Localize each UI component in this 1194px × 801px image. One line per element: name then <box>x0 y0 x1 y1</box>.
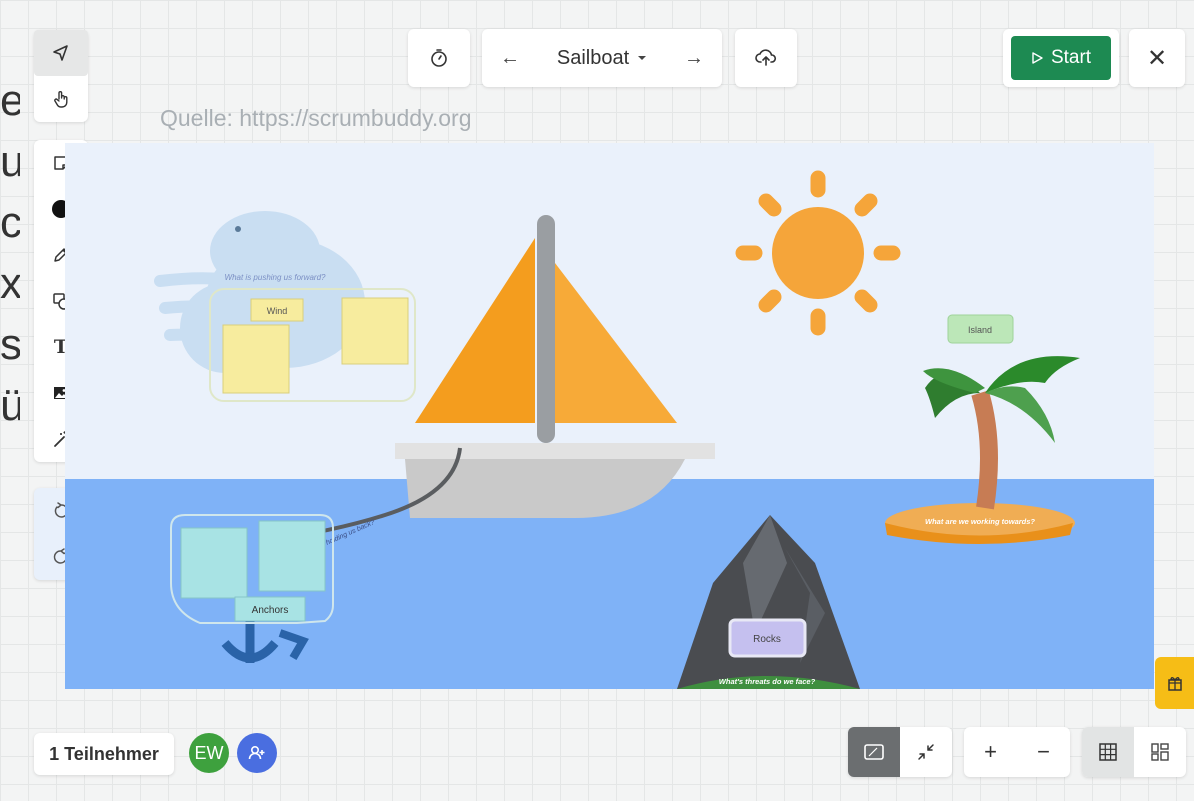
anchors-note-1[interactable] <box>180 527 248 599</box>
start-panel: Start <box>1003 29 1119 87</box>
zoom-out-button[interactable]: − <box>1037 739 1050 765</box>
participants-count: 1 Teilnehmer <box>49 743 159 764</box>
fit-view-button[interactable] <box>848 727 900 777</box>
collapse-view-button[interactable] <box>900 727 952 777</box>
clipped-background-text: e u c x s ü <box>0 76 20 430</box>
screen-view-icon <box>864 744 884 760</box>
sailboat-board-canvas[interactable]: What is pushing us forward? Wind holding… <box>65 143 1154 689</box>
gift-icon <box>1167 677 1182 691</box>
wind-question-caption: What is pushing us forward? <box>225 273 326 282</box>
select-tool-button[interactable] <box>34 30 88 76</box>
cursor-arrow-icon <box>53 45 68 61</box>
source-caption: Quelle: https://scrumbuddy.org <box>160 105 472 131</box>
navigation-tools <box>34 30 88 122</box>
zoom-in-button[interactable]: + <box>984 739 997 765</box>
start-label: Start <box>1050 47 1092 68</box>
island-caption: What are we working towards? <box>925 517 1035 526</box>
board-navigation: ← Sailboat → <box>482 29 722 87</box>
upload-button[interactable] <box>735 29 797 87</box>
layout-button[interactable] <box>1134 727 1186 777</box>
rocks-caption: What's threats do we face? <box>719 677 816 686</box>
minimize-arrows-icon <box>918 744 934 760</box>
user-avatar[interactable]: EW <box>189 733 229 773</box>
zoom-controls: + − <box>964 727 1070 777</box>
layout-icon <box>1151 743 1169 761</box>
next-arrow-icon[interactable]: → <box>684 47 704 70</box>
layout-panel <box>1082 727 1186 777</box>
timer-button[interactable] <box>408 29 470 87</box>
grid-toggle-button[interactable] <box>1082 727 1134 777</box>
view-mode-panel <box>848 727 952 777</box>
add-user-icon <box>248 745 265 760</box>
wind-label: Wind <box>267 306 288 316</box>
grid-icon <box>1099 743 1117 761</box>
cloud-upload-icon <box>755 49 777 66</box>
start-button[interactable]: Start <box>1011 36 1111 80</box>
hand-pointer-icon <box>54 91 68 108</box>
island-label: Island <box>968 325 992 335</box>
previous-arrow-icon[interactable]: ← <box>500 47 520 70</box>
stopwatch-icon <box>431 49 447 67</box>
wind-note-1[interactable] <box>222 324 290 394</box>
participants-button[interactable]: 1 Teilnehmer <box>34 733 174 775</box>
plugin-side-tab[interactable] <box>1155 657 1194 709</box>
caret-down-icon <box>638 56 647 60</box>
wind-note-2[interactable] <box>341 297 409 365</box>
close-button[interactable]: ✕ <box>1129 29 1185 87</box>
board-title-dropdown[interactable]: Sailboat <box>557 47 647 70</box>
hand-tool-button[interactable] <box>34 76 88 122</box>
rocks-label: Rocks <box>753 634 781 645</box>
anchors-note-2[interactable] <box>258 520 326 592</box>
play-icon <box>1032 52 1043 64</box>
close-icon: ✕ <box>1146 44 1168 72</box>
invite-user-button[interactable] <box>237 733 277 773</box>
anchors-label: Anchors <box>252 605 289 616</box>
avatar-initials: EW <box>194 742 224 763</box>
board-title: Sailboat <box>556 46 630 69</box>
